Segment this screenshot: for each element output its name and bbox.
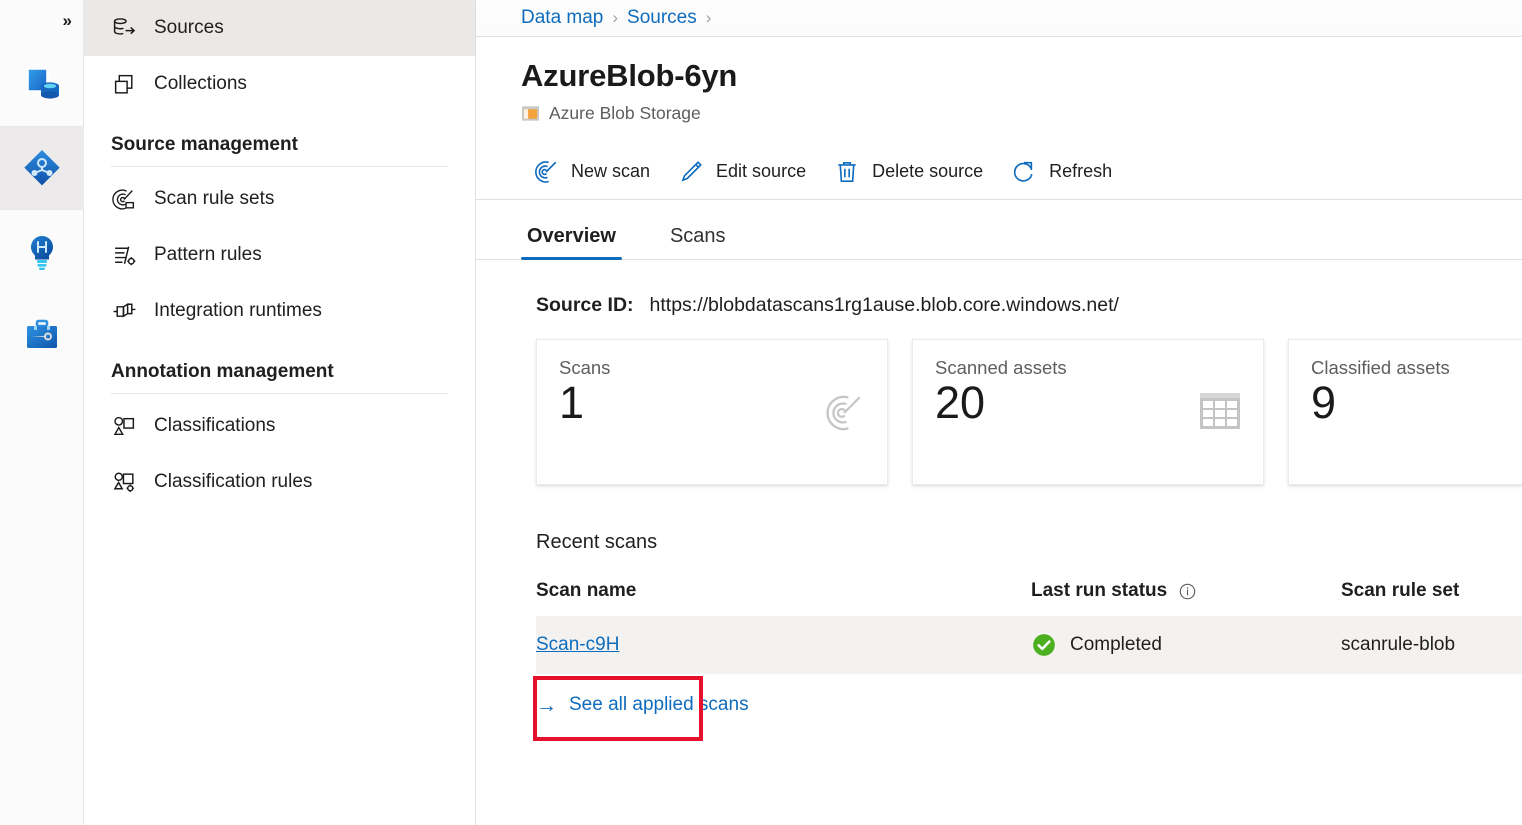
stat-cards: Scans 1 Scanned assets 20 [536, 339, 1522, 485]
sidebar-item-pattern-rules[interactable]: Pattern rules [84, 227, 475, 283]
sidebar-divider [111, 166, 448, 167]
sidebar-item-label: Sources [154, 17, 224, 39]
tab-bar: Overview Scans [476, 200, 1522, 260]
sidebar-item-classifications[interactable]: Classifications [84, 398, 475, 454]
chevron-right-icon: › [706, 8, 712, 28]
column-header-last-run-status: Last run status [1031, 580, 1341, 616]
rail-item-management[interactable] [0, 294, 84, 378]
sidebar-item-label: Classification rules [154, 471, 312, 493]
delete-source-button[interactable]: Delete source [822, 152, 999, 192]
pencil-icon [678, 159, 704, 185]
sidebar-item-integration-runtimes[interactable]: Integration runtimes [84, 283, 475, 339]
new-scan-button[interactable]: New scan [521, 152, 666, 192]
table-header-row: Scan name Last run status Scan rule set [536, 580, 1522, 616]
rail-item-data-map[interactable] [0, 126, 84, 210]
column-header-scan-name: Scan name [536, 580, 1031, 616]
breadcrumb-item-data-map[interactable]: Data map [521, 7, 603, 29]
info-icon[interactable] [1178, 582, 1197, 601]
datamap-icon [19, 145, 65, 191]
trash-icon [834, 159, 860, 185]
sidebar-group-title: Annotation management [84, 339, 475, 393]
status-label: Completed [1070, 634, 1162, 656]
refresh-icon [1011, 159, 1037, 185]
refresh-button[interactable]: Refresh [999, 152, 1128, 192]
stat-card-label: Scanned assets [935, 357, 1241, 379]
page-header: AzureBlob-6yn Azure Blob Storage [476, 37, 1522, 124]
pattern-rules-icon [111, 242, 137, 268]
source-id-value: https://blobdatascans1rg1ause.blob.core.… [650, 294, 1119, 317]
left-icon-rail: » [0, 0, 84, 825]
overview-panel: Source ID: https://blobdatascans1rg1ause… [476, 260, 1522, 716]
sidebar-item-classification-rules[interactable]: Classification rules [84, 454, 475, 510]
source-type: Azure Blob Storage [521, 103, 1522, 124]
new-scan-label: New scan [571, 161, 650, 182]
scan-icon [533, 159, 559, 185]
breadcrumb: Data map › Sources › [476, 0, 1522, 37]
stat-card-value: 1 [559, 377, 865, 429]
see-all-label: See all applied scans [569, 694, 749, 716]
edit-source-button[interactable]: Edit source [666, 152, 822, 192]
database-export-icon [111, 15, 137, 41]
cell-last-run-status: Completed [1031, 632, 1341, 658]
stat-card-label: Scans [559, 357, 865, 379]
tab-scans[interactable]: Scans [664, 225, 732, 259]
sidebar-item-label: Scan rule sets [154, 188, 274, 210]
tab-overview[interactable]: Overview [521, 225, 622, 259]
edit-source-label: Edit source [716, 161, 806, 182]
stat-card-scanned-assets[interactable]: Scanned assets 20 [912, 339, 1264, 485]
source-id-label: Source ID: [536, 294, 634, 317]
blob-storage-icon [521, 104, 540, 123]
see-all-applied-scans-link[interactable]: → See all applied scans [536, 694, 749, 716]
rail-item-insights[interactable] [0, 210, 84, 294]
rail-item-data-catalog[interactable] [0, 42, 84, 126]
stat-card-value: 20 [935, 377, 1241, 429]
stat-card-label: Classified assets [1311, 357, 1522, 379]
sidebar-item-sources[interactable]: Sources [84, 0, 475, 56]
column-header-scan-rule-set: Scan rule set [1341, 580, 1522, 616]
chevron-right-icon: › [612, 8, 618, 28]
expand-nav-button[interactable]: » [0, 0, 83, 42]
source-id-row: Source ID: https://blobdatascans1rg1ause… [536, 294, 1522, 317]
breadcrumb-item-sources[interactable]: Sources [627, 7, 697, 29]
app-root: » [0, 0, 1522, 825]
cell-scan-name: Scan-c9H [536, 634, 1031, 656]
scan-icon [823, 392, 865, 439]
classification-icon [111, 413, 137, 439]
scan-rule-icon [111, 186, 137, 212]
grid-icon [1199, 392, 1241, 435]
integration-runtime-icon [111, 298, 137, 324]
recent-scans-title: Recent scans [536, 531, 1522, 554]
sidebar-nav: Sources Collections Source management [84, 0, 476, 825]
sidebar-item-scan-rule-sets[interactable]: Scan rule sets [84, 171, 475, 227]
source-type-label: Azure Blob Storage [549, 103, 701, 124]
toolbox-icon [19, 313, 65, 359]
stat-card-value: 9 [1311, 377, 1522, 429]
refresh-label: Refresh [1049, 161, 1112, 182]
sidebar-item-label: Classifications [154, 415, 275, 437]
delete-source-label: Delete source [872, 161, 983, 182]
command-toolbar: New scan Edit source [476, 144, 1522, 200]
stat-card-classified-assets[interactable]: Classified assets 9 [1288, 339, 1522, 485]
catalog-icon [19, 61, 65, 107]
success-check-icon [1031, 632, 1057, 658]
collections-icon [111, 71, 137, 97]
sidebar-item-label: Pattern rules [154, 244, 262, 266]
arrow-right-icon: → [536, 695, 557, 716]
classification-rules-icon [111, 469, 137, 495]
sidebar-item-label: Integration runtimes [154, 300, 322, 322]
scan-name-link[interactable]: Scan-c9H [536, 634, 619, 656]
sidebar-group-title: Source management [84, 112, 475, 166]
sidebar-item-label: Collections [154, 73, 247, 95]
stat-card-scans[interactable]: Scans 1 [536, 339, 888, 485]
main-content: Data map › Sources › AzureBlob-6yn Azure… [476, 0, 1522, 825]
sidebar-item-collections[interactable]: Collections [84, 56, 475, 112]
recent-scans-table: Scan name Last run status Scan rule set [536, 580, 1522, 674]
sidebar-divider [111, 393, 448, 394]
column-header-label: Last run status [1031, 580, 1167, 602]
page-title: AzureBlob-6yn [521, 59, 1522, 93]
lightbulb-icon [19, 229, 65, 275]
table-row[interactable]: Scan-c9H Completed scanrule-blob [536, 616, 1522, 674]
table-body: Scan-c9H Completed scanrule-blob [536, 616, 1522, 674]
cell-scan-rule-set: scanrule-blob [1341, 634, 1522, 656]
